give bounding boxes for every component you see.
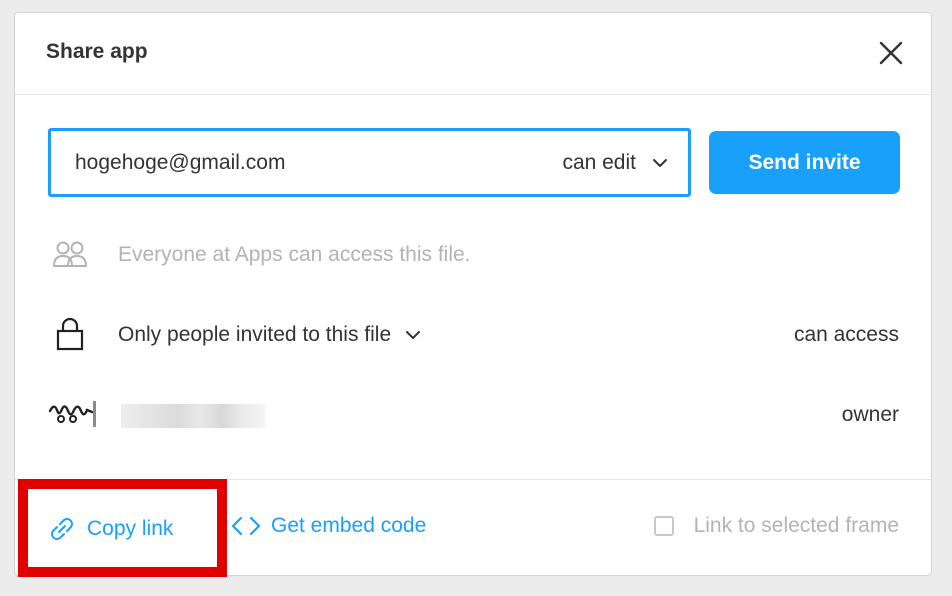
copy-link-button[interactable]: Copy link (47, 514, 173, 544)
chevron-down-icon (406, 331, 421, 339)
dialog-header: Share app (15, 13, 931, 95)
link-icon (51, 518, 73, 540)
share-dialog: Share app hogehoge@gmail.com can edit Se… (14, 12, 932, 576)
permission-dropdown[interactable]: can edit (562, 149, 668, 177)
lock-icon (56, 317, 84, 356)
chevron-down-icon (653, 159, 667, 167)
dialog-title: Share app (46, 40, 148, 63)
get-embed-code-button[interactable]: Get embed code (231, 514, 426, 538)
member-role: owner (841, 403, 899, 426)
avatar (47, 397, 97, 427)
member-row: owner (15, 395, 931, 435)
email-input-value[interactable]: hogehoge@gmail.com (75, 151, 285, 175)
link-to-frame-checkbox[interactable] (653, 516, 674, 536)
copy-link-label: Copy link (87, 517, 174, 540)
link-access-dropdown[interactable]: Only people invited to this file (118, 323, 421, 347)
permission-label: can edit (562, 151, 636, 174)
link-to-frame-toggle[interactable]: Link to selected frame (653, 514, 899, 538)
member-name-blurred (121, 404, 265, 428)
embed-label: Get embed code (271, 514, 427, 537)
close-icon[interactable] (877, 39, 905, 67)
team-access-row: Everyone at Apps can access this file. (15, 235, 931, 275)
dialog-footer: Copy link Get embed code Link to selecte… (15, 479, 931, 575)
send-invite-button[interactable]: Send invite (709, 131, 900, 194)
link-access-row: Only people invited to this file can acc… (15, 315, 931, 355)
code-icon (231, 516, 261, 536)
people-icon (53, 239, 87, 274)
team-access-text: Everyone at Apps can access this file. (118, 243, 471, 266)
link-to-frame-label: Link to selected frame (693, 514, 899, 537)
invite-email-field[interactable]: hogehoge@gmail.com can edit (48, 128, 691, 197)
link-access-level: can access (793, 323, 899, 346)
link-access-label: Only people invited to this file (118, 323, 392, 346)
